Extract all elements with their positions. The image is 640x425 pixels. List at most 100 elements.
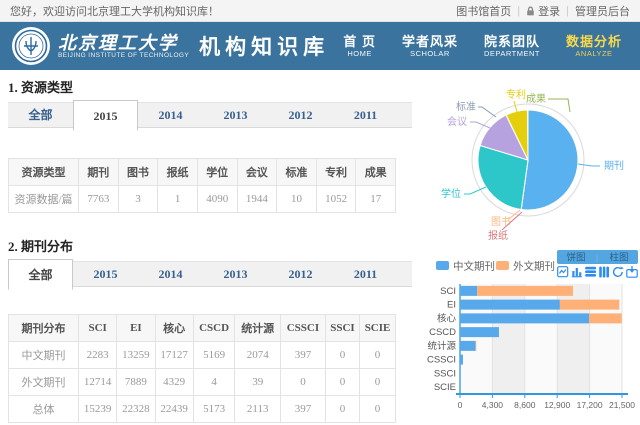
table-cell: 22328 xyxy=(117,396,155,423)
section1-title: 1. 资源类型 xyxy=(8,77,420,96)
bar-segment-中文期刊-CSCD xyxy=(460,327,499,337)
bar-segment-中文期刊-核心 xyxy=(460,313,589,323)
save-image-icon[interactable] xyxy=(627,266,637,277)
category-label-核心: 核心 xyxy=(437,312,457,324)
pie-label-line xyxy=(548,99,570,112)
pie-slice-期刊[interactable] xyxy=(521,110,578,210)
tab-全部[interactable]: 全部 xyxy=(8,259,73,290)
site-title: 机构知识库 xyxy=(199,31,329,61)
pie-label-成果: 成果 xyxy=(526,93,546,105)
restore-icon[interactable] xyxy=(614,266,624,276)
main-nav: 首 页HOME 学者风采SCHOLAR 院系团队DEPARTMENT 数据分析ANAL… xyxy=(343,34,622,58)
bar-segment-外文期刊-SCI xyxy=(477,286,573,296)
legend-swatch-中文期刊 xyxy=(436,261,449,270)
table-cell: 2283 xyxy=(79,342,117,369)
tab-2015[interactable]: 2015 xyxy=(73,262,138,288)
content-left-column: 1. 资源类型 全部20152014201320122011 资源类型期刊图书报… xyxy=(0,70,420,425)
table-cell: 397 xyxy=(281,342,326,369)
stack-icon[interactable] xyxy=(585,267,596,277)
nav-label-en: ANALYZE xyxy=(566,49,622,58)
column-header: 标准 xyxy=(277,159,317,186)
link-label: 图书馆首页 xyxy=(456,3,511,19)
line-chart-icon[interactable] xyxy=(558,267,568,277)
table-cell: 12714 xyxy=(79,369,117,396)
table-cell: 4090 xyxy=(197,186,237,213)
table-cell: 4 xyxy=(193,369,235,396)
table-cell: 2113 xyxy=(235,396,281,423)
nav-item-scholar[interactable]: 学者风采SCHOLAR xyxy=(402,34,458,58)
table-row: 中文期刊228313259171275169207439700 xyxy=(9,342,396,369)
tab-2012[interactable]: 2012 xyxy=(268,103,333,129)
x-tick-label: 8,600 xyxy=(514,400,536,410)
table-cell: 0 xyxy=(325,396,359,423)
pie-label-标准: 标准 xyxy=(456,101,476,113)
link-label: 登录 xyxy=(538,3,560,19)
nav-item-department[interactable]: 院系团队DEPARTMENT xyxy=(484,34,540,58)
pie-label-line xyxy=(470,122,490,128)
section1-table-container: 资源类型期刊图书报纸学位会议标准专利成果资源数据/篇77633140901944… xyxy=(8,158,420,213)
lock-icon xyxy=(526,6,535,16)
table-cell: 17127 xyxy=(155,342,193,369)
column-header: CSSCI xyxy=(281,315,326,342)
category-label-CSCD: CSCD xyxy=(429,327,456,338)
nav-label-cn: 首 页 xyxy=(343,34,376,49)
tiled-icon[interactable] xyxy=(599,267,609,278)
column-header: 学位 xyxy=(197,159,237,186)
section1-year-tabs: 全部20152014201320122011 xyxy=(8,102,412,128)
column-header: 图书 xyxy=(118,159,158,186)
table-cell: 13259 xyxy=(117,342,155,369)
admin-backend-link[interactable]: 管理员后台 xyxy=(575,3,630,19)
legend-item-外文期刊[interactable]: 外文期刊 xyxy=(513,260,555,273)
column-header: 专利 xyxy=(316,159,356,186)
tab-2011[interactable]: 2011 xyxy=(333,262,398,288)
bar-segment-中文期刊-CSSCI xyxy=(460,355,463,365)
table-row: 外文期刊1271478894329439000 xyxy=(9,369,396,396)
table-cell: 2074 xyxy=(235,342,281,369)
tab-全部[interactable]: 全部 xyxy=(8,103,73,129)
table-cell: 7763 xyxy=(79,186,119,213)
column-header: SCIE xyxy=(360,315,396,342)
tab-2011[interactable]: 2011 xyxy=(333,103,398,129)
column-header: 期刊 xyxy=(79,159,119,186)
tab-2013[interactable]: 2013 xyxy=(203,262,268,288)
bar-segment-中文期刊-统计源 xyxy=(460,341,476,351)
table-cell: 15239 xyxy=(79,396,117,423)
x-tick-label: 17,200 xyxy=(577,400,603,410)
topbar: 您好，欢迎访问北京理工大学机构知识库！ 图书馆首页|登录|管理员后台 xyxy=(0,0,640,22)
legend-item-中文期刊[interactable]: 中文期刊 xyxy=(453,260,495,273)
bar-chart-icon[interactable] xyxy=(572,268,582,277)
column-header: 报纸 xyxy=(158,159,198,186)
x-tick-label: 4,300 xyxy=(482,400,504,410)
pie-label-line xyxy=(514,101,517,112)
bar-segment-中文期刊-SCI xyxy=(460,286,477,296)
table-cell: 资源数据/篇 xyxy=(9,186,79,213)
table-cell: 397 xyxy=(281,396,326,423)
nav-item-home[interactable]: 首 页HOME xyxy=(343,34,376,58)
library-home-link[interactable]: 图书馆首页 xyxy=(456,3,511,19)
data-table: 资源类型期刊图书报纸学位会议标准专利成果资源数据/篇77633140901944… xyxy=(8,158,396,213)
tab-2014[interactable]: 2014 xyxy=(138,103,203,129)
table-row: 资源数据/篇7763314090194410105217 xyxy=(9,186,396,213)
bit-emblem-icon xyxy=(14,29,48,63)
login-link[interactable]: 登录 xyxy=(526,3,560,19)
data-table: 期刊分布SCIEI核心CSCD统计源CSSCISSCISCIE中文期刊22831… xyxy=(8,314,396,423)
tab-2015[interactable]: 2015 xyxy=(73,100,138,131)
category-label-EI: EI xyxy=(447,300,456,311)
tab-2013[interactable]: 2013 xyxy=(203,103,268,129)
tab-2014[interactable]: 2014 xyxy=(138,262,203,288)
university-name-cn: 北京理工大学 xyxy=(58,34,189,52)
table-cell: 5169 xyxy=(193,342,235,369)
tab-2012[interactable]: 2012 xyxy=(268,262,333,288)
table-cell: 0 xyxy=(325,369,359,396)
page-root: 您好，欢迎访问北京理工大学机构知识库！ 图书馆首页|登录|管理员后台 北京理工大… xyxy=(0,0,640,425)
table-cell: 17 xyxy=(356,186,396,213)
table-cell: 7889 xyxy=(117,369,155,396)
table-cell: 22439 xyxy=(155,396,193,423)
bar-view-button[interactable]: 柱图 xyxy=(609,252,628,264)
section2-title: 2. 期刊分布 xyxy=(8,236,420,255)
nav-item-analyze[interactable]: 数据分析ANALYZE xyxy=(566,34,622,58)
topbar-links: 图书馆首页|登录|管理员后台 xyxy=(456,3,630,19)
pie-label-会议: 会议 xyxy=(447,115,467,128)
table-cell: 0 xyxy=(281,369,326,396)
pie-view-button[interactable]: 饼图 xyxy=(566,252,585,264)
